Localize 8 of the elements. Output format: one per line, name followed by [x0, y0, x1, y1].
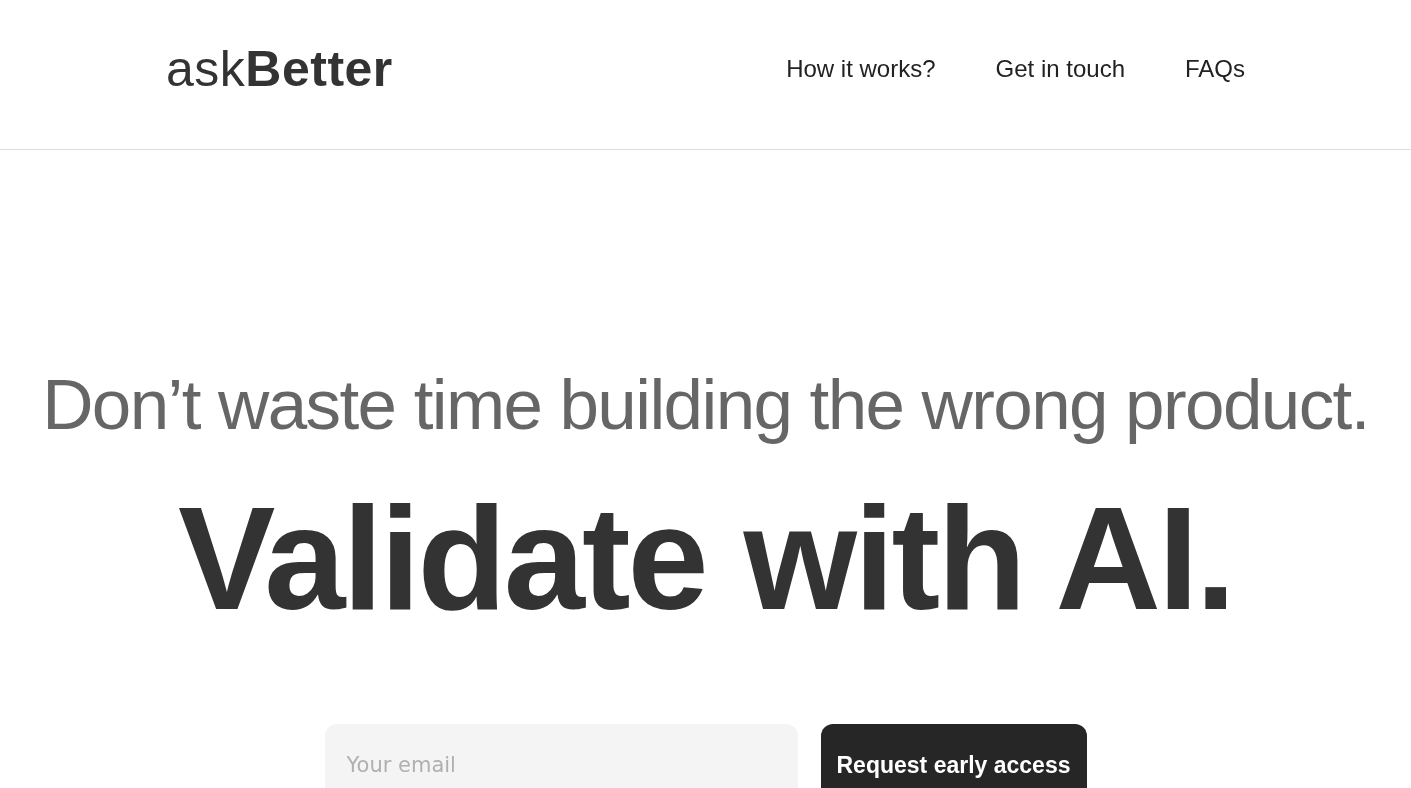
- logo[interactable]: askBetter: [166, 42, 393, 97]
- request-access-button[interactable]: Request early access: [820, 724, 1087, 788]
- tagline: Don’t waste time building the wrong product.: [42, 368, 1369, 442]
- nav-link[interactable]: Get in touch: [995, 55, 1125, 84]
- nav-link[interactable]: FAQs: [1185, 55, 1245, 84]
- email-field[interactable]: Your email: [324, 724, 798, 788]
- nav-link[interactable]: How it works?: [786, 55, 936, 84]
- headline: Validate with AI.: [177, 484, 1234, 634]
